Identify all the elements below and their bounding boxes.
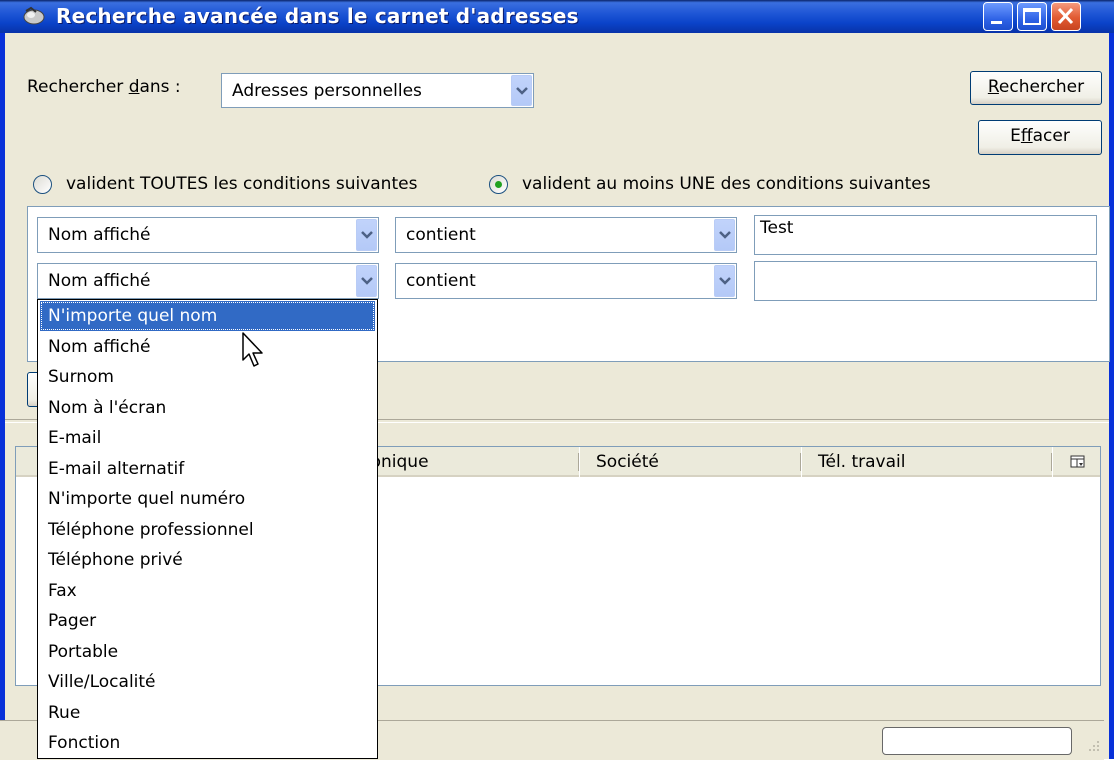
close-button[interactable] bbox=[1051, 2, 1081, 31]
condition-2-field-dropdown[interactable]: Nom affiché bbox=[37, 263, 379, 299]
progress-meter bbox=[882, 727, 1072, 755]
maximize-button[interactable] bbox=[1017, 2, 1047, 31]
search-in-label: Rechercher dans : bbox=[27, 77, 181, 97]
chevron-down-icon[interactable] bbox=[511, 75, 532, 106]
dropdown-item[interactable]: Ville/Localité bbox=[40, 667, 375, 697]
column-picker[interactable] bbox=[1053, 447, 1100, 477]
chevron-down-icon[interactable] bbox=[714, 219, 735, 251]
match-all-radio[interactable] bbox=[33, 175, 52, 194]
dropdown-item[interactable]: N'importe quel numéro bbox=[40, 484, 375, 514]
dropdown-item[interactable]: Portable bbox=[40, 637, 375, 667]
condition-2-field-value: Nom affiché bbox=[48, 271, 151, 291]
dropdown-item[interactable]: Rue bbox=[40, 698, 375, 728]
dropdown-item[interactable]: Pager bbox=[40, 606, 375, 636]
condition-2-value-input[interactable] bbox=[754, 261, 1097, 301]
resize-grip-icon[interactable] bbox=[1086, 739, 1102, 760]
dropdown-item[interactable]: Fonction bbox=[40, 728, 375, 758]
column-header-work-phone-label: Tél. travail bbox=[818, 452, 906, 472]
dropdown-item[interactable]: N'importe quel nom bbox=[40, 301, 375, 331]
clear-button[interactable]: Effacer bbox=[978, 120, 1102, 155]
condition-1-value-input[interactable]: Test bbox=[754, 215, 1097, 255]
field-dropdown-list[interactable]: N'importe quel nom Nom affiché Surnom Nom à… bbox=[37, 299, 378, 759]
condition-1-operator-dropdown[interactable]: contient bbox=[395, 217, 737, 253]
minimize-button[interactable] bbox=[983, 2, 1013, 31]
condition-1-operator-value: contient bbox=[406, 225, 476, 245]
chevron-down-icon[interactable] bbox=[356, 219, 377, 251]
dropdown-item[interactable]: E-mail bbox=[40, 423, 375, 453]
condition-2-operator-dropdown[interactable]: contient bbox=[395, 263, 737, 299]
address-book-icon bbox=[22, 6, 46, 26]
title-bar[interactable]: Recherche avancée dans le carnet d'adres… bbox=[0, 0, 1114, 33]
search-in-value: Adresses personnelles bbox=[232, 80, 422, 101]
dropdown-item[interactable]: Fax bbox=[40, 576, 375, 606]
condition-2-operator-value: contient bbox=[406, 271, 476, 291]
condition-1-field-dropdown[interactable]: Nom affiché bbox=[37, 217, 379, 253]
column-picker-icon[interactable] bbox=[1070, 454, 1086, 475]
dropdown-item[interactable]: Surnom bbox=[40, 362, 375, 392]
match-all-label[interactable]: valident TOUTES les conditions suivantes bbox=[66, 174, 417, 194]
column-header-work-phone[interactable]: Tél. travail bbox=[802, 447, 1052, 477]
chevron-down-icon[interactable] bbox=[714, 265, 735, 297]
chevron-down-icon[interactable] bbox=[356, 265, 377, 297]
condition-1-value: Test bbox=[760, 218, 794, 238]
dropdown-item[interactable]: Nom affiché bbox=[40, 332, 375, 362]
window-title: Recherche avancée dans le carnet d'adres… bbox=[56, 4, 579, 28]
mouse-pointer-icon bbox=[241, 332, 269, 377]
dropdown-item[interactable]: Téléphone privé bbox=[40, 545, 375, 575]
dropdown-item[interactable]: Téléphone professionnel bbox=[40, 515, 375, 545]
search-button[interactable]: Rechercher bbox=[970, 71, 1102, 105]
column-header-company[interactable]: Société bbox=[580, 447, 801, 477]
dropdown-item[interactable]: E-mail alternatif bbox=[40, 454, 375, 484]
column-header-company-label: Société bbox=[596, 452, 659, 472]
match-any-radio[interactable] bbox=[489, 175, 508, 194]
condition-1-field-value: Nom affiché bbox=[48, 225, 151, 245]
dropdown-item[interactable]: Nom à l'écran bbox=[40, 393, 375, 423]
search-in-dropdown[interactable]: Adresses personnelles bbox=[221, 73, 534, 108]
radio-selected-dot bbox=[495, 181, 502, 188]
match-any-label[interactable]: valident au moins UNE des conditions sui… bbox=[522, 174, 931, 194]
